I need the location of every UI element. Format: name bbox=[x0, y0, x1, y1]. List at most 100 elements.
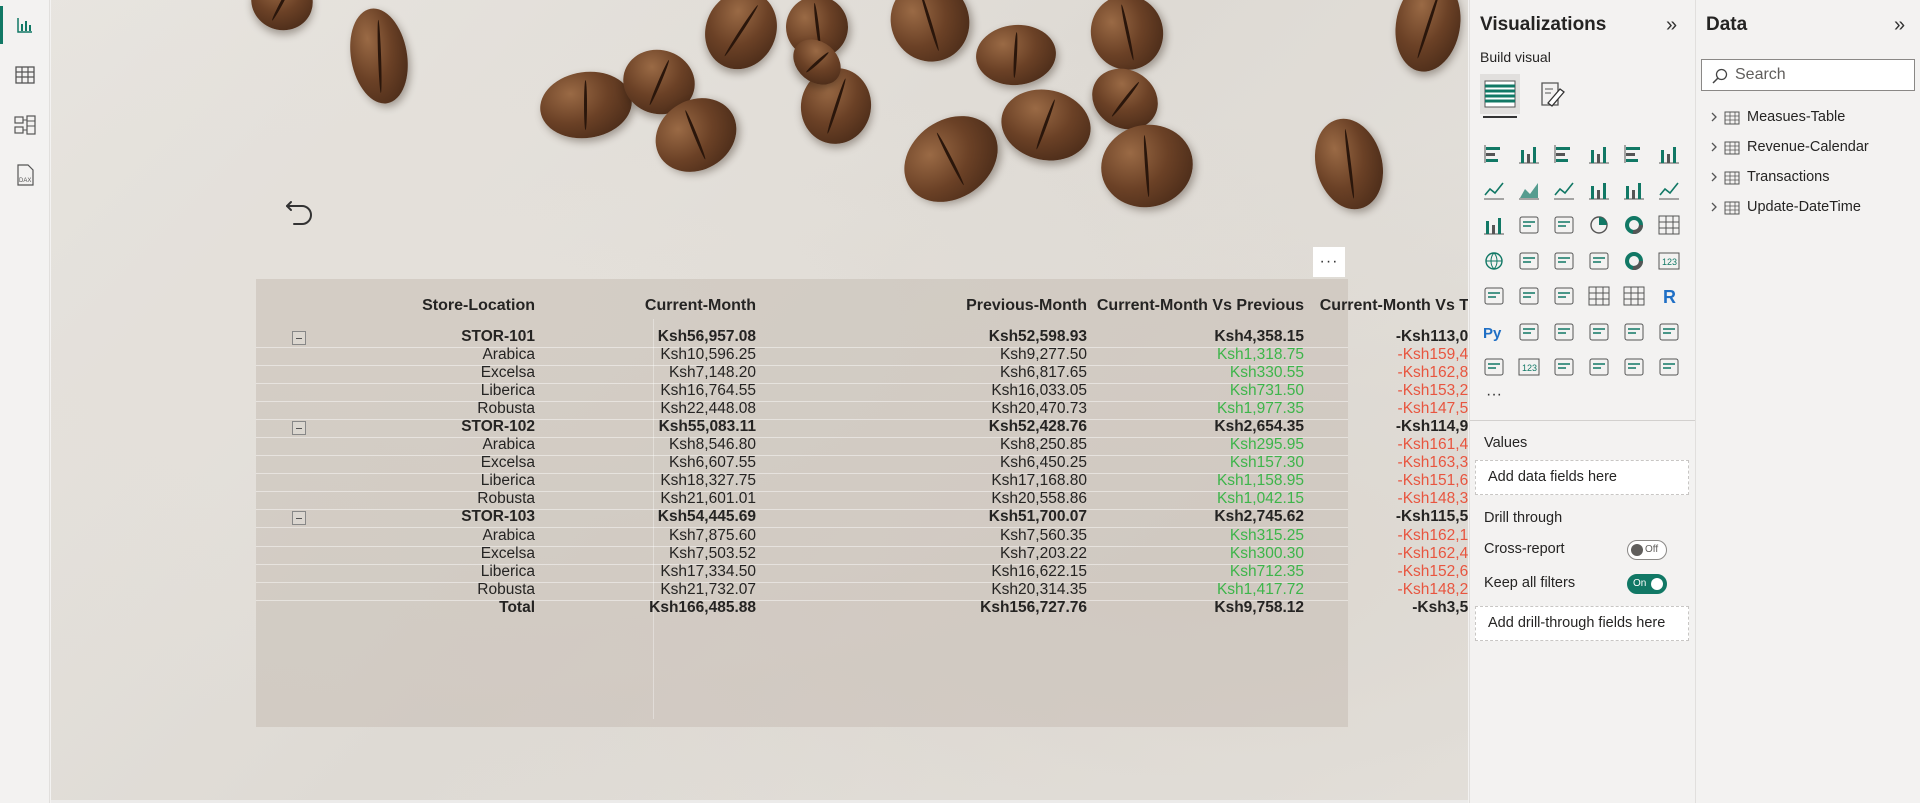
r-visual-icon[interactable]: R bbox=[1655, 282, 1683, 310]
report-canvas[interactable]: ··· Store-Location Current-Month Previous-… bbox=[51, 0, 1468, 800]
coffee-bean-image bbox=[877, 0, 983, 75]
collapse-icon[interactable] bbox=[292, 511, 306, 526]
search-input[interactable]: Search bbox=[1701, 59, 1915, 91]
toggle-knob bbox=[1651, 578, 1663, 590]
collapse-pane-icon[interactable]: » bbox=[1666, 15, 1686, 36]
clustered-column-chart-icon[interactable] bbox=[1585, 140, 1613, 168]
column-header[interactable]: Current-Month Vs Target bbox=[1316, 295, 1468, 317]
column-header[interactable]: Current-Month Vs Previous bbox=[1096, 295, 1304, 317]
map-icon[interactable] bbox=[1480, 247, 1508, 275]
column-header[interactable]: Previous-Month bbox=[776, 295, 1087, 317]
report-view-button[interactable] bbox=[0, 2, 50, 48]
metrics-icon[interactable] bbox=[1655, 318, 1683, 346]
data-table-item[interactable]: Revenue-Calendar bbox=[1696, 135, 1920, 161]
data-table-name: Revenue-Calendar bbox=[1747, 139, 1869, 155]
qa-icon[interactable] bbox=[1585, 318, 1613, 346]
coffee-bean-image bbox=[994, 81, 1098, 169]
paginated-report-icon[interactable] bbox=[1480, 353, 1508, 381]
view-rail: DAX bbox=[0, 0, 50, 803]
data-table-name: Transactions bbox=[1747, 169, 1830, 185]
visualizations-title: Visualizations bbox=[1480, 14, 1607, 35]
matrix-icon[interactable] bbox=[1620, 282, 1648, 310]
chevron-right-icon[interactable] bbox=[1708, 201, 1720, 213]
collapse-icon[interactable] bbox=[292, 420, 306, 435]
table-view-button[interactable] bbox=[0, 52, 50, 98]
area-chart-icon[interactable] bbox=[1515, 176, 1543, 204]
more-visuals-button[interactable]: ··· bbox=[1486, 386, 1502, 404]
model-view-button[interactable] bbox=[0, 102, 50, 148]
chevron-right-icon[interactable] bbox=[1708, 111, 1720, 123]
toggle-state-text: On bbox=[1633, 578, 1647, 589]
table-icon[interactable] bbox=[1585, 282, 1613, 310]
card-icon[interactable]: 123 bbox=[1655, 247, 1683, 275]
dax-query-view-button[interactable]: DAX bbox=[0, 152, 50, 198]
svg-text:DAX: DAX bbox=[19, 178, 31, 184]
line-and-clustered-column-chart-icon[interactable] bbox=[1620, 176, 1648, 204]
line-and-column-chart-icon[interactable] bbox=[1585, 176, 1613, 204]
table-view-icon bbox=[15, 66, 35, 84]
more-options-button[interactable]: ··· bbox=[1313, 247, 1345, 277]
report-view-icon bbox=[17, 18, 32, 33]
line-chart-icon[interactable] bbox=[1480, 176, 1508, 204]
scatter-chart-icon[interactable] bbox=[1550, 211, 1578, 239]
100-stacked-column-chart-icon[interactable] bbox=[1655, 140, 1683, 168]
clustered-bar-chart-icon[interactable] bbox=[1550, 140, 1578, 168]
decomposition-tree-icon[interactable] bbox=[1550, 318, 1578, 346]
table-total-row[interactable]: Total Ksh166,485.88 Ksh156,727.76 Ksh9,758.… bbox=[256, 597, 1468, 619]
active-tab-underline bbox=[1483, 116, 1517, 118]
column-header[interactable]: Current-Month bbox=[556, 295, 756, 317]
format-visual-tab[interactable] bbox=[1534, 74, 1574, 114]
values-well[interactable]: Add data fields here bbox=[1475, 460, 1689, 495]
dax-query-icon: DAX bbox=[17, 164, 34, 186]
stacked-bar-chart-icon[interactable] bbox=[1480, 140, 1508, 168]
waterfall-chart-icon[interactable] bbox=[1480, 211, 1508, 239]
chevron-right-icon[interactable] bbox=[1708, 141, 1720, 153]
chevron-right-icon[interactable] bbox=[1708, 171, 1720, 183]
key-influencers-icon[interactable] bbox=[1515, 318, 1543, 346]
azure-ml-icon[interactable] bbox=[1585, 353, 1613, 381]
kpi-icon[interactable] bbox=[1515, 282, 1543, 310]
table-header-row[interactable]: Store-Location Current-Month Previous-Mont… bbox=[256, 295, 1468, 317]
build-visual-label: Build visual bbox=[1480, 49, 1551, 65]
search-placeholder: Search bbox=[1735, 66, 1786, 83]
gauge-icon[interactable] bbox=[1620, 247, 1648, 275]
stacked-column-chart-icon[interactable] bbox=[1515, 140, 1543, 168]
donut-chart-icon[interactable] bbox=[1620, 211, 1648, 239]
model-view-icon bbox=[14, 115, 36, 135]
data-table-item[interactable]: Update-DateTime bbox=[1696, 195, 1920, 221]
100-stacked-bar-chart-icon[interactable] bbox=[1620, 140, 1648, 168]
filled-map-icon[interactable] bbox=[1515, 247, 1543, 275]
ribbon-chart-icon[interactable] bbox=[1655, 176, 1683, 204]
power-apps-icon[interactable] bbox=[1620, 353, 1648, 381]
svg-text:R: R bbox=[1663, 287, 1676, 307]
svg-text:123: 123 bbox=[1662, 257, 1677, 267]
slicer-icon[interactable] bbox=[1550, 282, 1578, 310]
pie-chart-icon[interactable] bbox=[1585, 211, 1613, 239]
build-visual-tab[interactable] bbox=[1480, 74, 1520, 114]
collapse-pane-icon[interactable]: » bbox=[1894, 15, 1914, 36]
power-automate-icon[interactable] bbox=[1655, 353, 1683, 381]
coffee-bean-image bbox=[535, 65, 637, 145]
undo-icon[interactable] bbox=[282, 197, 318, 233]
funnel-chart-icon[interactable] bbox=[1515, 211, 1543, 239]
button-slicer-icon[interactable] bbox=[1550, 353, 1578, 381]
column-header[interactable]: Store-Location bbox=[346, 295, 535, 317]
data-table-item[interactable]: Transactions bbox=[1696, 165, 1920, 191]
shape-map-icon[interactable] bbox=[1550, 247, 1578, 275]
azure-map-icon[interactable] bbox=[1585, 247, 1613, 275]
data-table-name: Measues-Table bbox=[1747, 109, 1846, 125]
new-card-icon[interactable]: 123 bbox=[1515, 353, 1543, 381]
table-visual-icon bbox=[1484, 80, 1516, 108]
matrix-visual[interactable]: Store-Location Current-Month Previous-Mont… bbox=[256, 279, 1468, 727]
multi-row-card-icon[interactable] bbox=[1480, 282, 1508, 310]
keep-all-filters-toggle[interactable]: On bbox=[1627, 574, 1667, 594]
data-table-item[interactable]: Measues-Table bbox=[1696, 105, 1920, 131]
cross-report-toggle[interactable]: Off bbox=[1627, 540, 1667, 560]
coffee-bean-image bbox=[1093, 116, 1201, 216]
treemap-icon[interactable] bbox=[1655, 211, 1683, 239]
stacked-area-chart-icon[interactable] bbox=[1550, 176, 1578, 204]
drill-through-well[interactable]: Add drill-through fields here bbox=[1475, 606, 1689, 641]
smart-narrative-icon[interactable] bbox=[1620, 318, 1648, 346]
data-table-name: Update-DateTime bbox=[1747, 199, 1861, 215]
python-visual-icon[interactable]: Py bbox=[1480, 318, 1508, 346]
